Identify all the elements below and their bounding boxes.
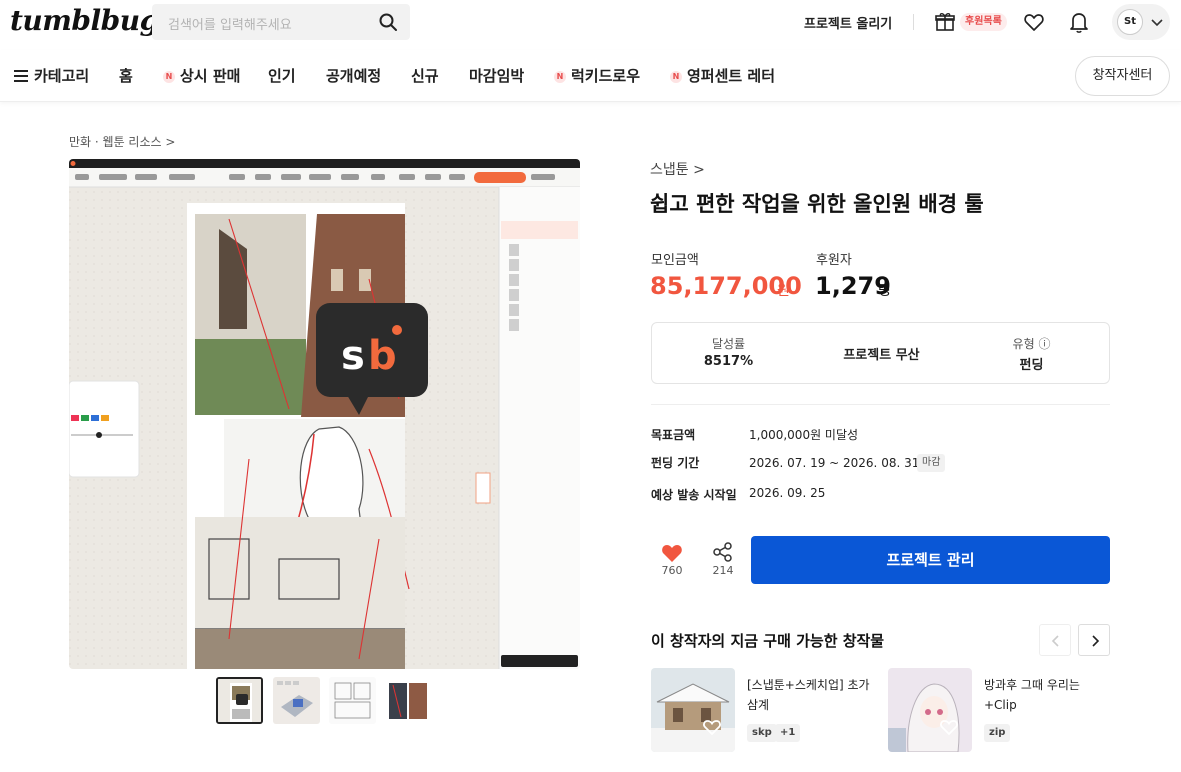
funding-period-label: 펀딩 기간 <box>651 456 700 470</box>
nav-item-closing-soon[interactable]: 마감임박 <box>469 65 524 86</box>
upload-project-link[interactable]: 프로젝트 올리기 <box>804 13 892 32</box>
project-status-value: 프로젝트 무산 <box>843 348 920 363</box>
achievement-rate-value: 8517% <box>703 354 754 369</box>
product-tag: zip <box>984 724 1011 742</box>
shipping-date-label: 예상 발송 시작일 <box>651 488 737 502</box>
backed-list-badge[interactable]: 후원목록 <box>960 13 1007 31</box>
backers-label: 후원자 <box>816 253 852 268</box>
nav-label: 상시 판매 <box>180 67 241 85</box>
nav-label: 공개예정 <box>326 67 382 85</box>
product-card-image-1[interactable] <box>651 668 735 752</box>
raised-unit: 원 <box>777 283 790 299</box>
breadcrumb[interactable]: 만화 · 웹툰 리소스 > <box>69 133 175 150</box>
svg-text:b: b <box>368 333 397 379</box>
nav-item-popular[interactable]: 인기 <box>268 65 296 86</box>
share-icon <box>713 542 732 562</box>
svg-text:s: s <box>341 333 365 379</box>
chevron-left-icon <box>1051 635 1059 647</box>
new-badge: N <box>554 71 566 83</box>
raised-label: 모인금액 <box>651 253 699 268</box>
shipping-date-value: 2026. 09. 25 <box>749 486 826 500</box>
thumbnail-4[interactable] <box>385 677 432 724</box>
product-tag: skp <box>747 724 777 742</box>
funding-summary-box: 달성률 8517% 프로젝트 무산 유형 ⓘ 펀딩 <box>651 322 1110 384</box>
avatar: St <box>1117 9 1143 35</box>
nav-item-category[interactable]: 카테고리 <box>14 65 89 86</box>
project-title: 쉽고 편한 작업을 위한 올인원 배경 툴 <box>650 192 984 216</box>
product-card-title-1[interactable]: [스냅툰+스케치업] 초가삼계 <box>747 675 877 715</box>
nav-item-upcoming[interactable]: 공개예정 <box>326 65 381 86</box>
thumbnail-2[interactable] <box>273 677 320 724</box>
category-nav: 카테고리 홈 N 상시 판매 인기 공개예정 신규 마감임박 N 럭키드로우 N 영퍼… <box>0 50 1181 102</box>
project-main-image[interactable]: s b <box>69 159 580 669</box>
search-placeholder: 검색어를 입력해주세요 <box>168 18 292 33</box>
menu-icon <box>14 70 28 82</box>
nav-item-new[interactable]: 신규 <box>411 65 439 86</box>
type-label: 유형 ⓘ <box>1012 337 1051 351</box>
divider <box>913 14 914 30</box>
thumbnail-3[interactable] <box>329 677 376 724</box>
nav-item-always-on-sale[interactable]: N 상시 판매 <box>163 65 240 86</box>
divider <box>651 404 1110 405</box>
achievement-rate-label: 달성률 <box>711 337 746 351</box>
nav-label: 신규 <box>411 67 439 85</box>
heart-icon[interactable] <box>1023 11 1045 33</box>
nav-label: 마감임박 <box>469 67 525 85</box>
nav-label: 카테고리 <box>34 67 90 85</box>
app-screenshot-illustration: s b <box>69 159 580 669</box>
backers-unit: 명 <box>878 283 891 299</box>
bell-icon[interactable] <box>1068 10 1090 34</box>
nav-item-home[interactable]: 홈 <box>119 65 133 86</box>
funding-period-value: 2026. 07. 19 ~ 2026. 08. 31 <box>749 456 920 470</box>
carousel-next-button[interactable] <box>1078 624 1110 656</box>
type-value: 펀딩 <box>1019 358 1044 373</box>
chevron-down-icon <box>1151 19 1163 27</box>
new-badge: N <box>163 71 175 83</box>
gift-icon[interactable] <box>934 11 956 33</box>
thumbnail-1[interactable] <box>216 677 263 724</box>
product-card-image-2[interactable] <box>888 668 972 752</box>
goal-amount-label: 목표금액 <box>651 428 696 442</box>
creator-category-link[interactable]: 스냅툰 > <box>650 159 705 179</box>
nav-label: 홈 <box>119 67 133 85</box>
nav-label: 럭키드로우 <box>571 67 641 85</box>
nav-label: 영퍼센트 레터 <box>687 67 776 85</box>
like-count: 760 <box>661 564 683 577</box>
top-header: tumblbug 검색어를 입력해주세요 프로젝트 올리기 후원목록 St <box>0 0 1181 44</box>
profile-menu[interactable]: St <box>1112 4 1170 40</box>
manage-project-button[interactable]: 프로젝트 관리 <box>751 536 1110 584</box>
carousel-prev-button[interactable] <box>1039 624 1071 656</box>
nav-label: 인기 <box>268 67 296 85</box>
nav-item-zero-percent-letter[interactable]: N 영퍼센트 레터 <box>670 65 775 86</box>
product-card-title-2[interactable]: 방과후 그때 우리는 +Clip <box>984 675 1114 715</box>
search-input[interactable]: 검색어를 입력해주세요 <box>152 4 410 40</box>
goal-amount-value: 1,000,000원 미달성 <box>749 428 859 442</box>
creator-products-heading: 이 창작자의 지금 구매 가능한 창작물 <box>651 632 885 650</box>
heart-filled-icon <box>662 545 682 562</box>
chevron-right-icon <box>1092 635 1100 647</box>
share-count: 214 <box>712 564 734 577</box>
deadline-badge: 마감 <box>917 454 946 472</box>
product-tag: +1 <box>775 724 801 742</box>
search-icon[interactable] <box>378 12 398 32</box>
nav-item-lucky-draw[interactable]: N 럭키드로우 <box>554 65 640 86</box>
new-badge: N <box>670 71 682 83</box>
tumblbug-logo[interactable]: tumblbug <box>10 4 159 37</box>
creator-center-button[interactable]: 창작자센터 <box>1075 56 1170 96</box>
